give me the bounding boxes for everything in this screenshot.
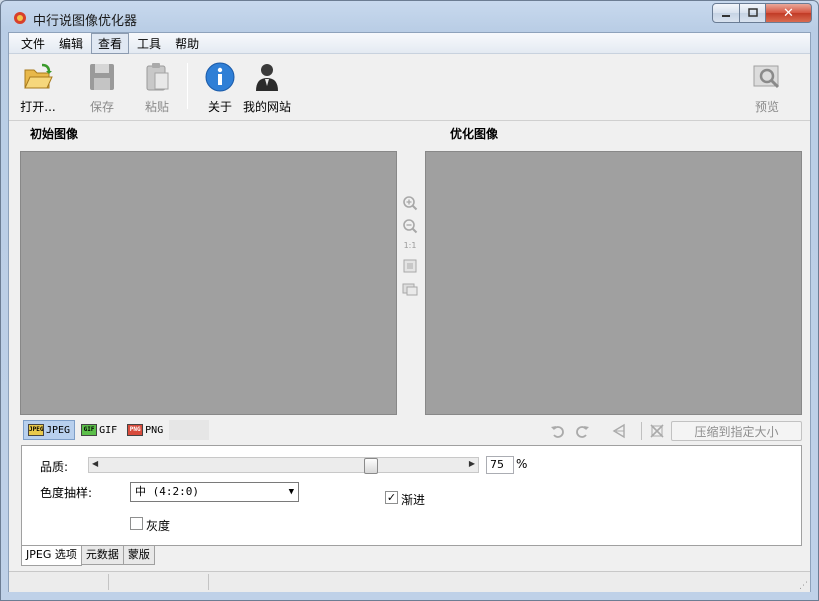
gif-format-icon: GIF	[81, 424, 98, 436]
close-icon: ✕	[783, 5, 794, 21]
tab-jpeg-options[interactable]: JPEG 选项	[21, 546, 82, 566]
title-bar: 中行说图像优化器 ✕	[1, 1, 818, 33]
grayscale-label: 灰度	[146, 519, 171, 533]
menu-file[interactable]: 文件	[15, 34, 51, 53]
option-tabs: JPEG 选项 元数据 蒙版	[21, 546, 155, 566]
tab-gif-label: GIF	[99, 424, 118, 436]
optimized-image-header: 优化图像	[450, 127, 499, 141]
tab-gif[interactable]: GIF GIF	[77, 420, 121, 440]
status-cell	[109, 574, 209, 590]
resize-grip-icon[interactable]: ⋰	[799, 581, 808, 591]
tab-strip-filler	[169, 420, 210, 440]
transform-tools	[549, 420, 672, 442]
chroma-subsampling-label: 色度抽样:	[40, 486, 93, 500]
status-cell	[9, 574, 109, 590]
format-tabs: JPEG JPEG GIF GIF PNG PNG	[23, 418, 210, 442]
client-area: 文件 编辑 查看 工具 帮助 打开... 保存 粘贴 关于 我的网站 预览 初始…	[8, 32, 811, 592]
actual-size-button[interactable]: 1:1	[397, 241, 423, 250]
website-label: 我的网站	[242, 100, 291, 114]
maximize-button[interactable]	[740, 3, 766, 23]
slider-right-arrow-icon[interactable]: ▶	[469, 459, 475, 468]
jpeg-format-icon: JPEG	[28, 424, 44, 436]
toolbar: 打开... 保存 粘贴 关于 我的网站 预览	[9, 55, 810, 121]
progressive-checkbox[interactable]: ✓	[385, 491, 398, 504]
save-button[interactable]: 保存	[77, 61, 127, 115]
chevron-down-icon: ▼	[288, 487, 294, 497]
percent-sign: %	[516, 457, 528, 471]
menu-help[interactable]: 帮助	[169, 34, 205, 53]
preview-label: 预览	[754, 100, 779, 114]
floppy-disk-icon	[90, 64, 114, 90]
open-button[interactable]: 打开...	[13, 61, 63, 115]
menu-tools[interactable]: 工具	[131, 34, 167, 53]
app-window: 中行说图像优化器 ✕ 文件 编辑 查看 工具 帮助 打开... 保存 粘贴 关于…	[0, 0, 819, 601]
magnifier-preview-icon	[753, 65, 780, 89]
about-label: 关于	[207, 100, 232, 114]
menu-bar: 文件 编辑 查看 工具 帮助	[9, 32, 810, 54]
tab-jpeg-label: JPEG	[46, 424, 71, 436]
about-button[interactable]: 关于	[195, 61, 245, 115]
minimize-button[interactable]	[712, 3, 740, 23]
rotate-left-icon[interactable]	[549, 422, 567, 440]
save-label: 保存	[89, 100, 114, 114]
png-format-icon: PNG	[127, 424, 144, 436]
app-logo-icon	[14, 12, 26, 24]
tab-png-label: PNG	[145, 424, 164, 436]
paste-button[interactable]: 粘贴	[132, 61, 182, 115]
menu-view[interactable]: 查看	[91, 32, 130, 54]
optimized-image-pane[interactable]	[425, 151, 802, 415]
grayscale-checkbox[interactable]	[130, 517, 143, 530]
zoom-out-icon[interactable]	[402, 218, 418, 234]
zoom-in-icon[interactable]	[402, 195, 418, 211]
jpeg-options-panel: 品质: ◀ ▶ 75 % 色度抽样: 中 (4:2:0) ▼ ✓ 渐进 灰度	[21, 445, 802, 546]
maximize-icon	[747, 8, 758, 17]
chroma-subsampling-select[interactable]: 中 (4:2:0) ▼	[130, 482, 299, 502]
quality-slider[interactable]: ◀ ▶	[88, 457, 479, 474]
user-person-icon	[256, 64, 278, 91]
toolbar-separator	[187, 63, 188, 109]
fit-window-icon[interactable]	[402, 258, 418, 274]
minimize-icon	[722, 15, 730, 17]
website-button[interactable]: 我的网站	[242, 61, 292, 115]
window-title: 中行说图像优化器	[33, 14, 138, 29]
tab-jpeg[interactable]: JPEG JPEG	[23, 420, 76, 440]
clipboard-paste-icon	[146, 63, 169, 91]
close-button[interactable]: ✕	[766, 3, 812, 23]
compress-to-size-button[interactable]: 压缩到指定大小	[671, 421, 802, 441]
toolbar-separator	[641, 422, 642, 440]
original-image-pane[interactable]	[20, 151, 397, 415]
flip-icon[interactable]	[611, 422, 629, 440]
slider-left-arrow-icon[interactable]: ◀	[92, 459, 98, 468]
folder-open-icon	[24, 63, 53, 89]
checkmark-icon: ✓	[386, 491, 397, 504]
quality-label: 品质:	[40, 460, 69, 474]
quality-input[interactable]: 75	[486, 456, 514, 474]
original-image-header: 初始图像	[30, 127, 79, 141]
rotate-right-icon[interactable]	[573, 422, 591, 440]
quality-slider-thumb[interactable]	[364, 458, 379, 474]
status-bar: ⋰	[9, 571, 810, 592]
open-label: 打开...	[20, 100, 56, 114]
crop-icon[interactable]	[648, 422, 666, 440]
tab-png[interactable]: PNG PNG	[123, 420, 167, 440]
info-icon	[205, 62, 235, 92]
chroma-subsampling-value: 中 (4:2:0)	[135, 485, 199, 498]
zoom-tools: 1:1	[397, 195, 423, 304]
preview-button[interactable]: 预览	[742, 61, 792, 115]
tab-metadata[interactable]: 元数据	[80, 546, 124, 565]
paste-label: 粘贴	[144, 100, 169, 114]
compare-window-icon[interactable]	[402, 281, 418, 297]
progressive-label: 渐进	[401, 493, 426, 507]
tab-mask[interactable]: 蒙版	[122, 546, 155, 565]
menu-edit[interactable]: 编辑	[53, 34, 89, 53]
